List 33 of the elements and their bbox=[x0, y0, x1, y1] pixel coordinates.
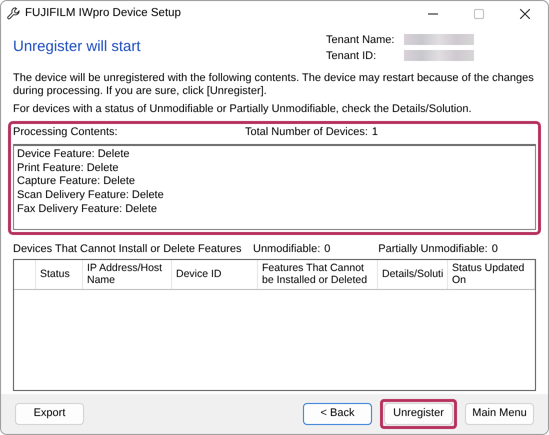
unmodifiable-count: 0 bbox=[324, 242, 332, 257]
section-label: Processing Contents: bbox=[13, 126, 119, 140]
wrench-icon bbox=[7, 7, 20, 20]
processing-line: Capture Feature: Delete bbox=[17, 175, 136, 189]
dialog-button[interactable]: Unregister bbox=[384, 403, 453, 425]
dialog-button[interactable]: Main Menu bbox=[465, 403, 534, 425]
partially-unmodifiable-label: Partially Unmodifiable: bbox=[378, 242, 488, 257]
total-label: Total Number of Devices: bbox=[245, 126, 368, 140]
column-header[interactable]: Status Updated On bbox=[448, 260, 535, 289]
dialog-button[interactable]: < Back bbox=[303, 403, 372, 425]
column-header[interactable]: Status bbox=[36, 260, 83, 289]
processing-line: Device Feature: Delete bbox=[17, 148, 130, 162]
dialog-button[interactable]: Export bbox=[15, 403, 84, 425]
redacted-value bbox=[404, 50, 474, 61]
column-header[interactable]: Device ID bbox=[172, 260, 258, 289]
tenant-label: Tenant Name: bbox=[326, 34, 396, 48]
column-header[interactable]: IP Address/Host Name bbox=[83, 260, 172, 289]
processing-line: Fax Delivery Feature: Delete bbox=[17, 202, 158, 216]
description-text: For devices with a status of Unmodifiable or Partially Unmodifiable, check the Details/Solution. bbox=[13, 103, 473, 117]
redacted-value bbox=[404, 34, 474, 45]
processing-line: Scan Delivery Feature: Delete bbox=[17, 189, 165, 203]
unmodifiable-label: Unmodifiable: bbox=[253, 242, 320, 257]
page-heading: Unregister will start bbox=[13, 38, 141, 57]
description-text: The device will be unregistered with the following contents. The device may restart because of the changes during processing. If you are sure, click [Unregister]. bbox=[13, 72, 535, 99]
tenant-label: Tenant ID: bbox=[326, 50, 378, 64]
column-header[interactable]: Features That Cannot be Installed or Deleted bbox=[258, 260, 378, 289]
close-icon[interactable] bbox=[520, 8, 530, 18]
partially-unmodifiable-count: 0 bbox=[492, 242, 498, 257]
window-title: FUJIFILM IWpro Device Setup bbox=[25, 6, 182, 21]
processing-line: Print Feature: Delete bbox=[17, 162, 120, 176]
total-count: 1 bbox=[372, 126, 378, 140]
column-header[interactable]: Details/Soluti bbox=[378, 260, 448, 289]
section-label: Devices That Cannot Install or Delete Features bbox=[13, 242, 242, 257]
